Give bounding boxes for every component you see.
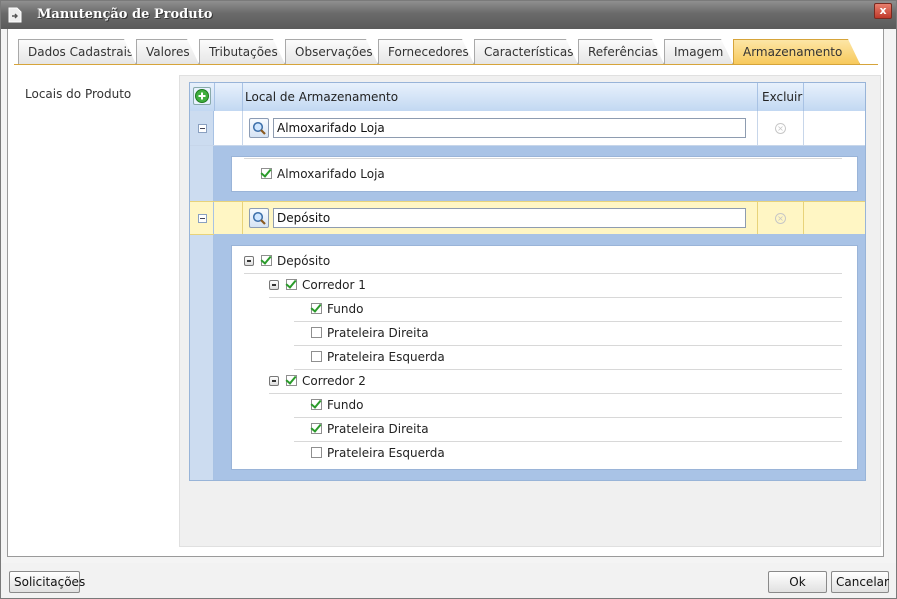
locais-do-produto-label: Locais do Produto [25,87,132,101]
row-detail: Almoxarifado Loja [214,146,865,201]
tree-node-label: Prateleira Esquerda [327,350,445,364]
add-location-button[interactable] [193,87,211,105]
cell-separator [757,111,758,145]
grid-left-strip [190,111,214,480]
tree-node[interactable]: Fundo [294,394,842,418]
tree-checkbox[interactable] [311,399,322,410]
collapse-node-icon[interactable] [269,280,279,290]
tree-node-label: Prateleira Esquerda [327,446,445,460]
tree-node-label: Corredor 2 [302,374,366,388]
ok-button[interactable]: Ok [768,571,827,593]
tree-node[interactable]: Prateleira Direita [294,322,842,346]
cell-separator [242,202,243,234]
tree-checkbox[interactable] [286,375,297,386]
collapse-row-icon[interactable] [198,214,207,223]
tree-checkbox[interactable] [261,255,272,266]
footer-bar: Solicitações Ok Cancelar [1,563,896,598]
grid-header: Local de Armazenamento Excluir [190,83,865,112]
cell-separator [803,111,804,145]
cancel-button[interactable]: Cancelar [831,571,889,593]
tree-node-label: Almoxarifado Loja [277,167,385,181]
location-tree: Depósito Corredor 1 Fundo Prateleira Dir… [231,245,858,470]
tab-bar: Dados Cadastrais Valores Tributações Obs… [18,39,878,65]
solicitacoes-button[interactable]: Solicitações [9,571,85,593]
tree-node-label: Depósito [277,254,331,268]
search-location-button[interactable] [249,118,269,138]
tab-fornecedores[interactable]: Fornecedores [378,39,474,64]
delete-row-icon[interactable]: × [775,213,786,224]
table-row-selected[interactable]: × [190,201,865,235]
tree-checkbox[interactable] [261,168,272,179]
cell-separator [242,111,243,145]
tree-checkbox[interactable] [311,447,322,458]
tab-observacoes[interactable]: Observações [285,39,378,64]
tree-node[interactable]: Depósito [244,250,842,274]
search-location-button[interactable] [249,208,269,228]
cell-separator [757,202,758,234]
collapse-node-icon[interactable] [269,376,279,386]
tree-checkbox[interactable] [311,351,322,362]
tab-armazenamento[interactable]: Armazenamento [733,39,860,64]
tree-checkbox[interactable] [286,279,297,290]
collapse-node-icon[interactable] [244,256,254,266]
header-separator [242,83,243,111]
col-local-header[interactable]: Local de Armazenamento [245,90,398,104]
window-title: Manutenção de Produto [37,7,213,22]
tab-underline [14,64,878,65]
tree-checkbox[interactable] [311,423,322,434]
tab-valores[interactable]: Valores [136,39,199,64]
header-separator [757,83,758,111]
tree-node-label: Fundo [327,398,364,412]
tree-node[interactable]: Corredor 1 [269,274,842,298]
tree-checkbox[interactable] [311,303,322,314]
close-button[interactable]: x [874,3,892,19]
header-separator [803,83,804,111]
tree-node[interactable]: Prateleira Direita [294,418,842,442]
tree-node-label: Prateleira Direita [327,326,429,340]
tree-node-label: Prateleira Direita [327,422,429,436]
header-separator [214,83,215,111]
location-input[interactable] [273,118,746,138]
collapse-row-icon[interactable] [198,124,207,133]
tab-caracteristicas[interactable]: Características [474,39,578,64]
delete-row-icon[interactable]: × [775,123,786,134]
product-maintenance-window: Manutenção de Produto x Dados Cadastrais… [0,0,897,599]
tree-divider [244,158,842,159]
tree-node[interactable]: Almoxarifado Loja [244,158,842,187]
tree-checkbox[interactable] [311,327,322,338]
location-input[interactable] [273,208,746,228]
close-icon: x [879,4,887,17]
document-arrow-icon [8,7,22,23]
col-excluir-header[interactable]: Excluir [762,90,802,104]
row-detail: Depósito Corredor 1 Fundo Prateleira Dir… [214,234,865,480]
tree-node[interactable]: Prateleira Esquerda [294,346,842,370]
tree-node-label: Corredor 1 [302,278,366,292]
tree-node[interactable]: Fundo [294,298,842,322]
tab-dados-cadastrais[interactable]: Dados Cadastrais [18,39,136,64]
cell-separator [803,202,804,234]
plus-circle-icon [195,89,209,103]
tab-referencias[interactable]: Referências [578,39,664,64]
dialog-content: Dados Cadastrais Valores Tributações Obs… [7,29,884,557]
magnifier-icon [252,121,266,135]
title-bar[interactable]: Manutenção de Produto x [1,1,896,29]
tab-tributacoes[interactable]: Tributações [199,39,285,64]
table-row[interactable]: × [190,111,865,146]
tree-node-label: Fundo [327,302,364,316]
tab-imagem[interactable]: Imagem [664,39,733,64]
tree-node[interactable]: Corredor 2 [269,370,842,394]
magnifier-icon [252,211,266,225]
storage-grid: Local de Armazenamento Excluir Almoxarif… [189,82,866,481]
location-tree: Almoxarifado Loja [231,156,858,192]
tree-node[interactable]: Prateleira Esquerda [294,442,842,466]
